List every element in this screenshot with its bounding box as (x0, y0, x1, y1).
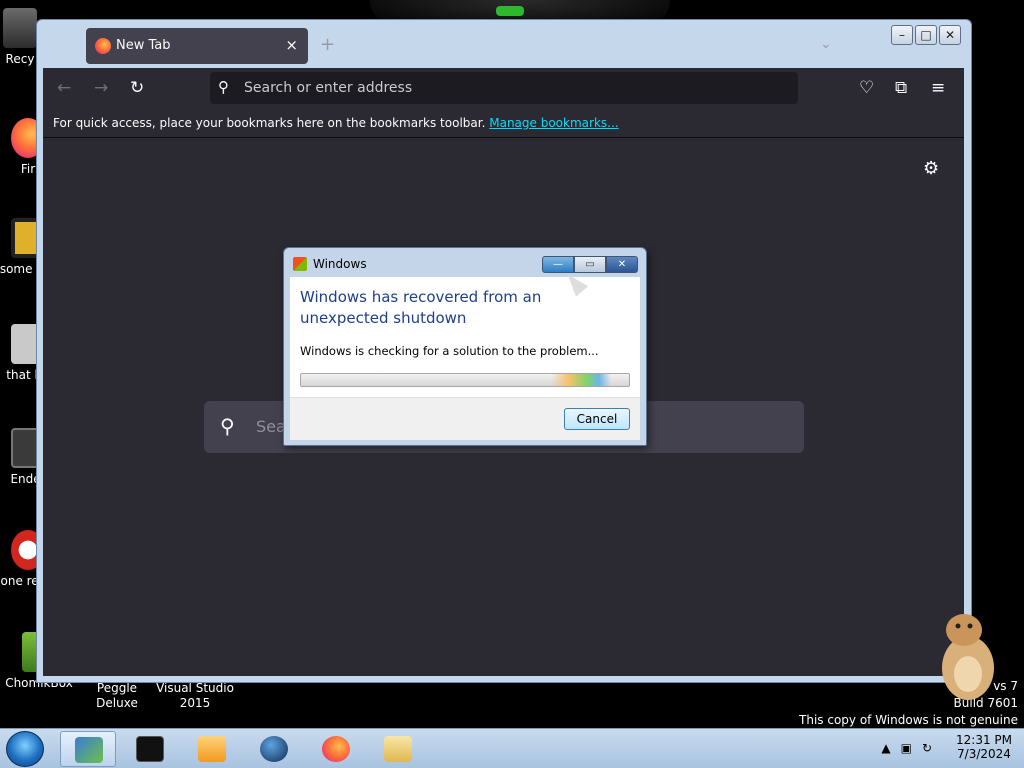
globe-icon (260, 736, 288, 762)
dialog-footer: Cancel (290, 397, 640, 440)
system-tray: ▲ ▣ ↻ (881, 741, 932, 755)
taskbar-item-media-player[interactable] (184, 731, 240, 767)
taskbar-item-checker[interactable] (60, 731, 116, 767)
recycle-bin-icon (3, 8, 37, 48)
tab-title: New Tab (116, 38, 171, 53)
extensions-button[interactable]: ⧉ (895, 78, 907, 98)
windows-logo-icon (293, 257, 307, 271)
back-button[interactable]: ← (57, 78, 71, 98)
address-bar-placeholder: Search or enter address (244, 80, 413, 96)
clock-time: 12:31 PM (956, 733, 1012, 747)
taskbar-item-firefox[interactable] (308, 731, 364, 767)
clock[interactable]: 12:31 PM 7/3/2024 (956, 733, 1012, 761)
progress-marquee (551, 374, 611, 386)
recovery-dialog: Windows — ▭ ✕ Windows has recovered from… (283, 247, 647, 446)
dialog-maximize-button[interactable]: ▭ (574, 256, 606, 273)
list-all-tabs-button[interactable]: ⌄ (820, 36, 832, 52)
bookmarks-hint-text: For quick access, place your bookmarks h… (53, 116, 486, 130)
new-tab-search-placeholder: Sea (256, 417, 286, 436)
desktop-icon-label: Visual Studio 2015 (156, 681, 234, 710)
update-icon[interactable]: ↻ (922, 741, 932, 755)
dialog-minimize-button[interactable]: — (542, 256, 574, 273)
desktop-icon-peggle[interactable]: Peggle Deluxe (77, 681, 157, 711)
dialog-title: Windows (313, 257, 367, 271)
status-led (496, 6, 524, 16)
bookmarks-toolbar: For quick access, place your bookmarks h… (43, 108, 964, 138)
search-icon: ⚲ (220, 414, 235, 438)
taskbar: ▲ ▣ ↻ 12:31 PM 7/3/2024 (0, 728, 1024, 768)
desktop-icon-label: Peggle Deluxe (96, 681, 138, 710)
show-hidden-icons-button[interactable]: ▲ (881, 741, 890, 755)
network-icon[interactable]: ▣ (901, 741, 912, 755)
watermark-line-3: This copy of Windows is not genuine (799, 713, 1018, 727)
dialog-caption-buttons: — ▭ ✕ (542, 256, 638, 273)
gear-icon[interactable]: ⚙ (923, 158, 939, 179)
start-button[interactable] (6, 731, 44, 767)
tab-strip: New Tab × + ⌄ (44, 24, 968, 68)
manage-bookmarks-link[interactable]: Manage bookmarks... (489, 116, 618, 130)
folder-icon (384, 736, 412, 762)
firefox-icon (322, 736, 350, 762)
tab-close-icon[interactable]: × (285, 36, 298, 54)
address-bar[interactable]: ⚲ Search or enter address (210, 72, 798, 104)
cancel-button[interactable]: Cancel (564, 408, 630, 430)
tab-new-tab[interactable]: New Tab × (86, 28, 308, 64)
hamster-gadget-icon (942, 614, 994, 700)
app-menu-button[interactable]: ≡ (931, 78, 945, 98)
pocket-button[interactable]: ♡ (859, 78, 874, 98)
checkmark-app-icon (75, 737, 103, 763)
navigation-toolbar: ← → ↻ ⚲ Search or enter address ♡ ⧉ ≡ (43, 68, 964, 108)
taskbar-item-explorer[interactable] (370, 731, 426, 767)
clock-date: 7/3/2024 (957, 747, 1011, 761)
progress-bar (300, 373, 630, 387)
firefox-favicon-icon (95, 38, 111, 54)
media-player-icon (198, 736, 226, 762)
taskbar-item-globe[interactable] (246, 731, 302, 767)
reload-button[interactable]: ↻ (130, 78, 144, 98)
taskbar-item-terminal[interactable] (122, 731, 178, 767)
forward-button[interactable]: → (94, 78, 108, 98)
dialog-close-button[interactable]: ✕ (606, 256, 638, 273)
desktop: Recy Fir some ran that bu Ender none ret… (0, 0, 1024, 728)
dialog-message: Windows is checking for a solution to th… (300, 344, 599, 358)
dialog-heading: Windows has recovered from an unexpected… (300, 288, 542, 327)
desktop-icon-visual-studio[interactable]: Visual Studio 2015 (155, 681, 235, 711)
new-tab-button[interactable]: + (320, 34, 335, 55)
bookmarks-toolbar-message: For quick access, place your bookmarks h… (53, 116, 619, 130)
terminal-icon (136, 736, 164, 762)
search-icon: ⚲ (218, 78, 229, 96)
dialog-body: Windows has recovered from an unexpected… (290, 277, 640, 397)
